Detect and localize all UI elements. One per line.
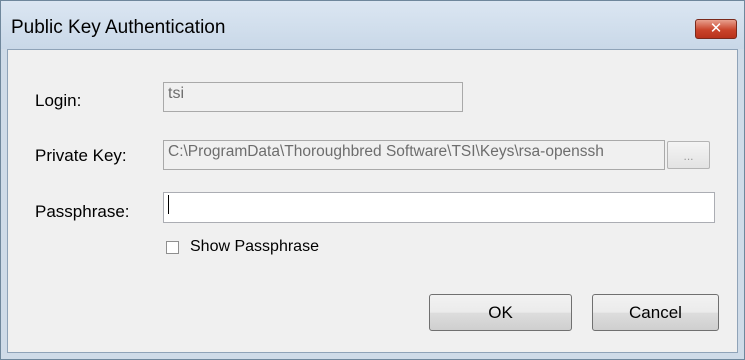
login-value: tsi [168, 85, 184, 102]
passphrase-input[interactable] [163, 192, 715, 223]
show-passphrase-label[interactable]: Show Passphrase [190, 238, 319, 256]
private-key-field[interactable]: C:\ProgramData\Thoroughbred Software\TSI… [163, 140, 665, 170]
text-caret [168, 195, 169, 214]
dialog-window: Public Key Authentication ✕ Login: tsi P… [0, 0, 745, 360]
show-passphrase-checkbox[interactable] [166, 241, 179, 254]
close-button[interactable]: ✕ [695, 19, 737, 39]
browse-button[interactable]: ... [667, 141, 710, 169]
private-key-label: Private Key: [35, 146, 127, 165]
window-title: Public Key Authentication [11, 17, 226, 38]
login-label: Login: [35, 91, 82, 110]
ok-label: OK [488, 303, 513, 322]
cancel-button[interactable]: Cancel [592, 294, 719, 331]
title-bar[interactable]: Public Key Authentication ✕ [1, 1, 744, 49]
login-field[interactable]: tsi [163, 82, 463, 112]
cancel-label: Cancel [629, 303, 682, 322]
ok-button[interactable]: OK [429, 294, 572, 331]
private-key-value: C:\ProgramData\Thoroughbred Software\TSI… [168, 143, 604, 160]
passphrase-label: Passphrase: [35, 202, 130, 221]
browse-label: ... [683, 149, 694, 163]
close-icon: ✕ [709, 20, 723, 37]
